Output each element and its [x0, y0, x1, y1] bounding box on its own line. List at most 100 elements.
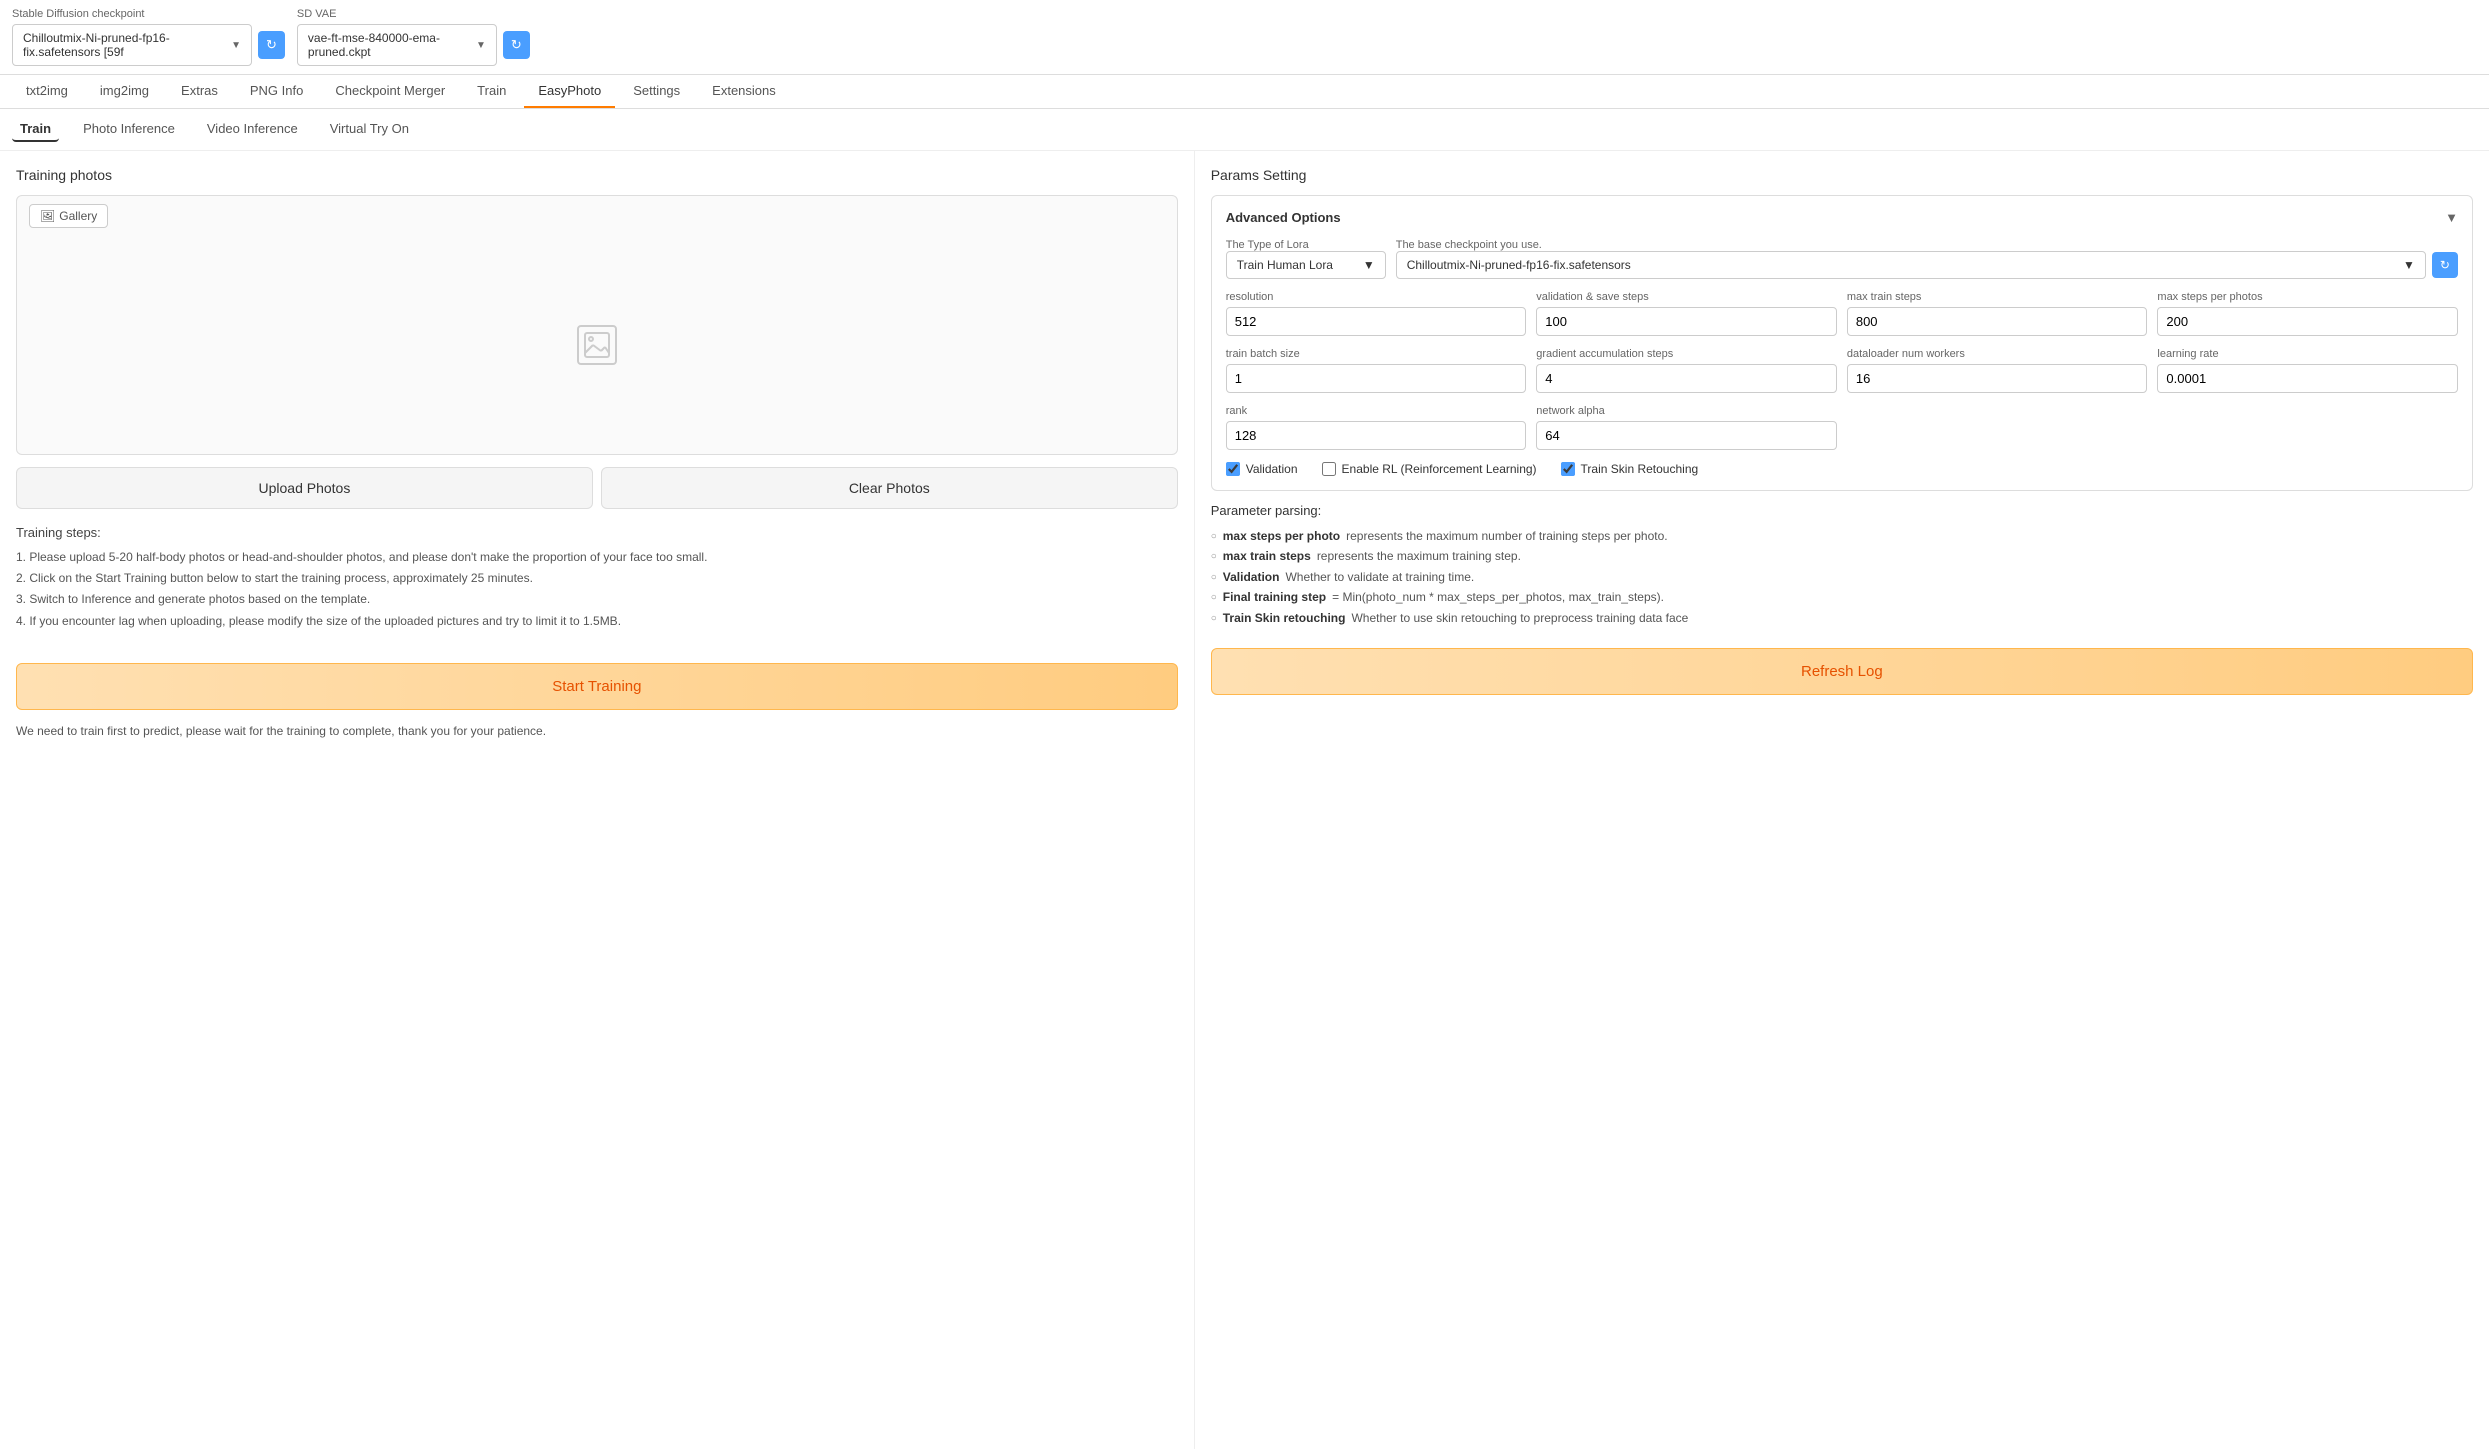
photo-action-buttons: Upload Photos Clear Photos — [16, 467, 1178, 509]
clear-photos-button[interactable]: Clear Photos — [601, 467, 1178, 509]
right-panel: Params Setting Advanced Options ▼ The Ty… — [1195, 151, 2489, 1449]
enable-rl-checkbox-label[interactable]: Enable RL (Reinforcement Learning) — [1322, 462, 1537, 476]
validation-checkbox-label[interactable]: Validation — [1226, 462, 1298, 476]
train-batch-size-label: train batch size — [1226, 348, 1527, 360]
vae-arrow-icon: ▼ — [476, 40, 486, 51]
param-row-1: resolution validation & save steps max t… — [1226, 291, 2458, 336]
nav-tab-extras[interactable]: Extras — [167, 75, 232, 108]
collapse-button[interactable]: ▼ — [2445, 210, 2458, 225]
train-skin-retouching-checkbox-label[interactable]: Train Skin Retouching — [1561, 462, 1699, 476]
parsing-item-2: max train steps represents the maximum t… — [1211, 546, 2473, 566]
sub-tabs: Train Photo Inference Video Inference Vi… — [0, 109, 2489, 151]
advanced-options: Advanced Options ▼ The Type of Lora Trai… — [1211, 195, 2473, 491]
gradient-accum-input[interactable] — [1536, 364, 1837, 393]
max-steps-per-photo-input[interactable] — [2157, 307, 2458, 336]
vae-refresh-button[interactable]: ↻ — [503, 31, 530, 59]
train-batch-size-group: train batch size — [1226, 348, 1527, 393]
nav-tab-easyphoto[interactable]: EasyPhoto — [524, 75, 615, 108]
lora-type-label: The Type of Lora — [1226, 239, 1386, 251]
params-title: Params Setting — [1211, 167, 2473, 183]
max-steps-per-photo-label: max steps per photos — [2157, 291, 2458, 303]
lora-type-arrow-icon: ▼ — [1363, 258, 1375, 272]
gallery-btn-area: 🖼 Gallery — [17, 196, 1177, 236]
vae-dropdown[interactable]: vae-ft-mse-840000-ema-pruned.ckpt ▼ — [297, 24, 497, 66]
checkpoint-value: Chilloutmix-Ni-pruned-fp16-fix.safetenso… — [23, 31, 225, 59]
nav-tab-img2img[interactable]: img2img — [86, 75, 163, 108]
step-3: 3. Switch to Inference and generate phot… — [16, 590, 1178, 609]
nav-tab-extensions[interactable]: Extensions — [698, 75, 790, 108]
nav-tab-checkpoint-merger[interactable]: Checkpoint Merger — [321, 75, 459, 108]
network-alpha-group: network alpha — [1536, 405, 1837, 450]
enable-rl-checkbox-text: Enable RL (Reinforcement Learning) — [1342, 462, 1537, 476]
train-skin-retouching-checkbox[interactable] — [1561, 462, 1575, 476]
max-train-steps-input[interactable] — [1847, 307, 2148, 336]
parsing-item-3: Validation Whether to validate at traini… — [1211, 567, 2473, 587]
sub-tab-virtual-try-on[interactable]: Virtual Try On — [322, 117, 417, 142]
advanced-title: Advanced Options — [1226, 210, 1341, 225]
rank-group: rank — [1226, 405, 1527, 450]
gradient-accum-label: gradient accumulation steps — [1536, 348, 1837, 360]
sub-tab-photo-inference[interactable]: Photo Inference — [75, 117, 183, 142]
param-row-3: rank network alpha — [1226, 405, 2458, 450]
learning-rate-group: learning rate — [2157, 348, 2458, 393]
training-steps: Training steps: 1. Please upload 5-20 ha… — [16, 525, 1178, 631]
upload-photos-button[interactable]: Upload Photos — [16, 467, 593, 509]
validation-save-steps-label: validation & save steps — [1536, 291, 1837, 303]
left-panel: Training photos 🖼 Gallery — [0, 151, 1195, 1449]
refresh-log-button[interactable]: Refresh Log — [1211, 648, 2473, 695]
param-row-2: train batch size gradient accumulation s… — [1226, 348, 2458, 393]
nav-tab-png-info[interactable]: PNG Info — [236, 75, 317, 108]
rank-input[interactable] — [1226, 421, 1527, 450]
advanced-header: Advanced Options ▼ — [1226, 210, 2458, 225]
parsing-text-3: Whether to validate at training time. — [1285, 567, 1474, 587]
validation-checkbox[interactable] — [1226, 462, 1240, 476]
parsing-text-1: represents the maximum number of trainin… — [1346, 526, 1668, 546]
training-photos-title: Training photos — [16, 167, 1178, 183]
nav-tab-train[interactable]: Train — [463, 75, 520, 108]
vae-label: SD VAE — [297, 8, 530, 20]
sub-tab-video-inference[interactable]: Video Inference — [199, 117, 306, 142]
base-checkpoint-refresh-button[interactable]: ↻ — [2432, 252, 2458, 278]
base-checkpoint-group: The base checkpoint you use. Chilloutmix… — [1396, 239, 2458, 279]
lora-type-group: The Type of Lora Train Human Lora ▼ — [1226, 239, 1386, 279]
checkbox-row: Validation Enable RL (Reinforcement Lear… — [1226, 462, 2458, 476]
vae-value: vae-ft-mse-840000-ema-pruned.ckpt — [308, 31, 470, 59]
max-steps-per-photo-group: max steps per photos — [2157, 291, 2458, 336]
checkpoint-label: Stable Diffusion checkpoint — [12, 8, 285, 20]
base-checkpoint-value: Chilloutmix-Ni-pruned-fp16-fix.safetenso… — [1407, 258, 1631, 272]
base-checkpoint-arrow-icon: ▼ — [2403, 258, 2415, 272]
parsing-item-1: max steps per photo represents the maxim… — [1211, 526, 2473, 546]
network-alpha-input[interactable] — [1536, 421, 1837, 450]
gallery-button[interactable]: 🖼 Gallery — [29, 204, 108, 228]
vae-section: SD VAE vae-ft-mse-840000-ema-pruned.ckpt… — [297, 8, 530, 66]
gallery-label: Gallery — [59, 209, 97, 223]
step-2: 2. Click on the Start Training button be… — [16, 569, 1178, 588]
step-4: 4. If you encounter lag when uploading, … — [16, 612, 1178, 631]
validation-checkbox-text: Validation — [1246, 462, 1298, 476]
learning-rate-input[interactable] — [2157, 364, 2458, 393]
nav-tab-settings[interactable]: Settings — [619, 75, 694, 108]
train-batch-size-input[interactable] — [1226, 364, 1527, 393]
dataloader-workers-input[interactable] — [1847, 364, 2148, 393]
start-training-button[interactable]: Start Training — [16, 663, 1178, 710]
step-1: 1. Please upload 5-20 half-body photos o… — [16, 548, 1178, 567]
enable-rl-checkbox[interactable] — [1322, 462, 1336, 476]
learning-rate-label: learning rate — [2157, 348, 2458, 360]
photo-placeholder — [17, 236, 1177, 454]
train-skin-retouching-checkbox-text: Train Skin Retouching — [1581, 462, 1699, 476]
rank-label: rank — [1226, 405, 1527, 417]
lora-type-dropdown[interactable]: Train Human Lora ▼ — [1226, 251, 1386, 279]
parsing-bold-4: Final training step — [1223, 587, 1326, 607]
validation-save-steps-input[interactable] — [1536, 307, 1837, 336]
parsing-bold-1: max steps per photo — [1223, 526, 1340, 546]
checkpoint-dropdown[interactable]: Chilloutmix-Ni-pruned-fp16-fix.safetenso… — [12, 24, 252, 66]
checkpoint-refresh-button[interactable]: ↻ — [258, 31, 285, 59]
parsing-text-4: = Min(photo_num * max_steps_per_photos, … — [1332, 587, 1664, 607]
nav-tab-txt2img[interactable]: txt2img — [12, 75, 82, 108]
sub-tab-train[interactable]: Train — [12, 117, 59, 142]
resolution-input[interactable] — [1226, 307, 1527, 336]
parsing-title: Parameter parsing: — [1211, 503, 2473, 518]
gradient-accum-group: gradient accumulation steps — [1536, 348, 1837, 393]
base-checkpoint-dropdown[interactable]: Chilloutmix-Ni-pruned-fp16-fix.safetenso… — [1396, 251, 2426, 279]
parsing-text-5: Whether to use skin retouching to prepro… — [1351, 608, 1688, 628]
